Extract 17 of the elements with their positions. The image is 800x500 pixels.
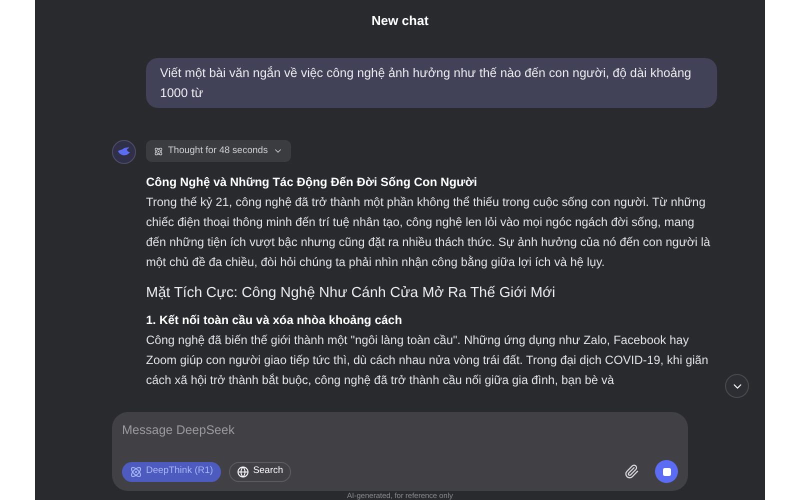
window-title: New chat: [371, 12, 429, 30]
globe-icon: [237, 466, 250, 478]
mode-toggle[interactable]: Search: [229, 462, 292, 482]
section-subheading: 1. Kết nối toàn cầu và xóa nhòa khoảng cách: [146, 312, 404, 329]
answer-title: Công Nghệ và Những Tác Động Đến Đời Sống Con Người: [146, 174, 478, 191]
scroll-down-button[interactable]: [725, 374, 749, 398]
answer-paragraph: Công nghệ đã biến thế giới thành một "ngôi làng toàn cầu". Những ứng dụng như Zalo, Facebook hay Zoom giúp con người giao tiếp tức thì, dù cách nhau nửa vòng trái đất. Trong đại dịch COVID-19, khi giãn cách xã hội trở thành bắt buộc, công nghệ đã trở thành cầu nối giữa gia đình, bạn bè và: [146, 332, 710, 389]
stop-icon: [662, 468, 670, 476]
message-input[interactable]: Message DeepSeek: [122, 421, 678, 440]
attach-icon[interactable]: [624, 464, 639, 479]
answer-paragraph: Trong thế kỷ 21, công nghệ đã trở thành một phần không thể thiếu trong cuộc sống con người. Từ những chiếc điện thoại thông minh đến trí tuệ nhân tạo, công nghệ len lỏi vào mọi ngóc ngách đời sống, mang đến những tiện ích vượt bậc nhưng cũng đặt ra nhiều thách thức. Sự ảnh hưởng của nó đến con người là một chủ đề đa chiều, đòi hỏi chúng ta phải nhìn nhận công bằng giữa lợi ích và hệ lụy.: [146, 194, 712, 271]
stop-button[interactable]: [655, 460, 678, 483]
thought-toggle[interactable]: Thought for 48 seconds: [146, 140, 291, 162]
atom-icon: [154, 146, 163, 156]
user-message: Viết một bài văn ngắn về việc công nghệ ảnh hưởng như thế nào đến con người, độ dài khoảng 1000 từ: [146, 58, 717, 108]
atom-icon: [130, 466, 142, 478]
section-heading: Mặt Tích Cực: Công Nghệ Như Cánh Cửa Mở Ra Thế Giới Mới: [146, 284, 556, 303]
